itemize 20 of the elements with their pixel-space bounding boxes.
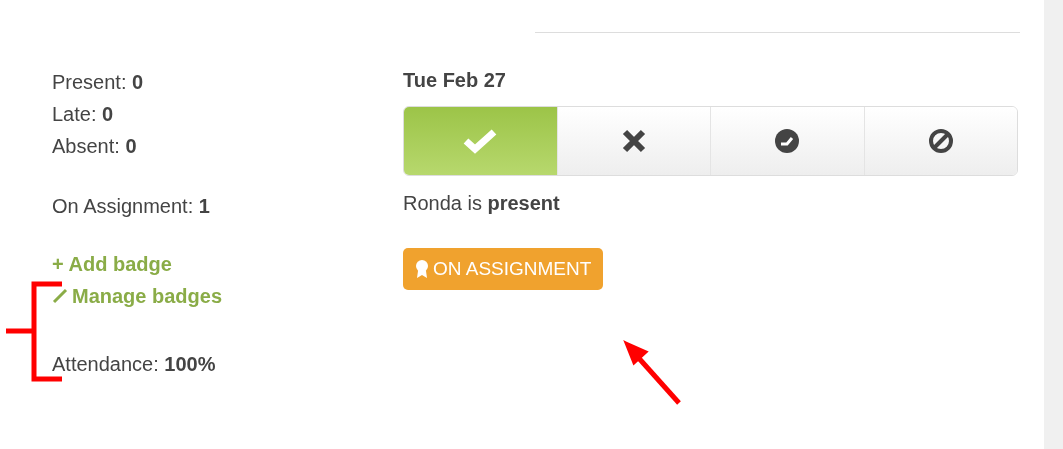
late-button[interactable] xyxy=(710,107,864,175)
stat-text: Absent: 0 xyxy=(52,134,138,159)
on-assignment-badge[interactable]: ON ASSIGNMENT xyxy=(403,248,604,290)
manage-badges-link[interactable]: Manage badges xyxy=(52,280,223,312)
attendance-percentage: Attendance: 100% xyxy=(52,352,217,377)
ribbon-icon xyxy=(415,259,429,279)
status-text: Ronda is present xyxy=(403,191,560,216)
arrow-annotation xyxy=(623,340,681,405)
clock-icon xyxy=(774,128,801,154)
close-icon xyxy=(620,128,647,154)
pencil-icon xyxy=(52,288,68,304)
excused-button[interactable] xyxy=(863,107,1017,175)
check-icon xyxy=(463,128,498,154)
prohibited-icon xyxy=(927,128,954,154)
date-heading: Tue Feb 27 xyxy=(403,68,506,93)
stat-text: Late: 0 xyxy=(52,102,115,127)
absent-button[interactable] xyxy=(556,107,710,175)
stat-text: Present: 0 xyxy=(52,70,145,95)
add-badge-link[interactable]: + Add badge xyxy=(52,248,172,280)
stat-text: On Assignment: 1 xyxy=(52,194,211,219)
